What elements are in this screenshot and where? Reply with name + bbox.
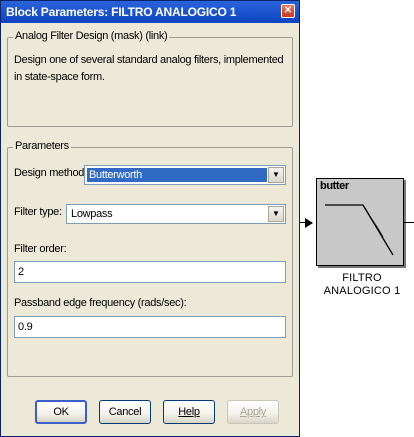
filter-block[interactable]: butter xyxy=(316,178,404,266)
filter-type-value: Lowpass xyxy=(71,208,113,220)
help-button[interactable]: Help xyxy=(163,400,215,424)
design-method-select[interactable]: Butterworth ▼ xyxy=(84,165,286,185)
input-port-arrow xyxy=(305,218,313,228)
filter-order-label: Filter order: xyxy=(14,243,67,255)
close-button[interactable]: ✕ xyxy=(281,4,295,18)
apply-button[interactable]: Apply xyxy=(227,400,279,424)
ok-button[interactable]: OK xyxy=(35,400,87,424)
filter-type-select[interactable]: Lowpass ▼ xyxy=(66,204,286,224)
design-method-label: Design method: xyxy=(14,167,87,179)
close-icon: ✕ xyxy=(283,5,293,16)
chevron-down-icon[interactable]: ▼ xyxy=(268,167,284,183)
chevron-down-icon[interactable]: ▼ xyxy=(268,206,284,222)
screen: Block Parameters: FILTRO ANALOGICO 1 ✕ A… xyxy=(0,0,414,437)
output-signal-line[interactable] xyxy=(404,222,414,223)
mask-description-group: Analog Filter Design (mask) (link) Desig… xyxy=(7,30,293,127)
block-name-line1: FILTRO xyxy=(342,272,382,284)
parameters-group: Parameters Design method: Butterworth ▼ … xyxy=(7,140,293,377)
dialog-titlebar[interactable]: Block Parameters: FILTRO ANALOGICO 1 ✕ xyxy=(1,1,299,23)
mask-description: Design one of several standard analog fi… xyxy=(14,54,284,83)
block-name-label[interactable]: FILTRO ANALOGICO 1 xyxy=(314,272,410,298)
parameters-legend: Parameters xyxy=(13,140,71,152)
filter-type-label: Filter type: xyxy=(14,206,62,218)
passband-edge-label: Passband edge frequency (rads/sec): xyxy=(14,297,187,309)
block-parameters-dialog: Block Parameters: FILTRO ANALOGICO 1 ✕ A… xyxy=(0,0,300,437)
block-name-line2: ANALOGICO 1 xyxy=(323,285,401,297)
design-method-value: Butterworth xyxy=(87,168,267,182)
passband-edge-field[interactable]: 0.9 xyxy=(14,316,286,338)
dialog-title: Block Parameters: FILTRO ANALOGICO 1 xyxy=(6,5,237,19)
apply-button-label: Apply xyxy=(239,406,267,418)
help-button-label: Help xyxy=(178,406,200,418)
mask-group-legend: Analog Filter Design (mask) (link) xyxy=(13,30,170,42)
block-icon-text: butter xyxy=(320,180,349,192)
filter-order-field[interactable]: 2 xyxy=(14,261,286,283)
cancel-button[interactable]: Cancel xyxy=(99,400,151,424)
